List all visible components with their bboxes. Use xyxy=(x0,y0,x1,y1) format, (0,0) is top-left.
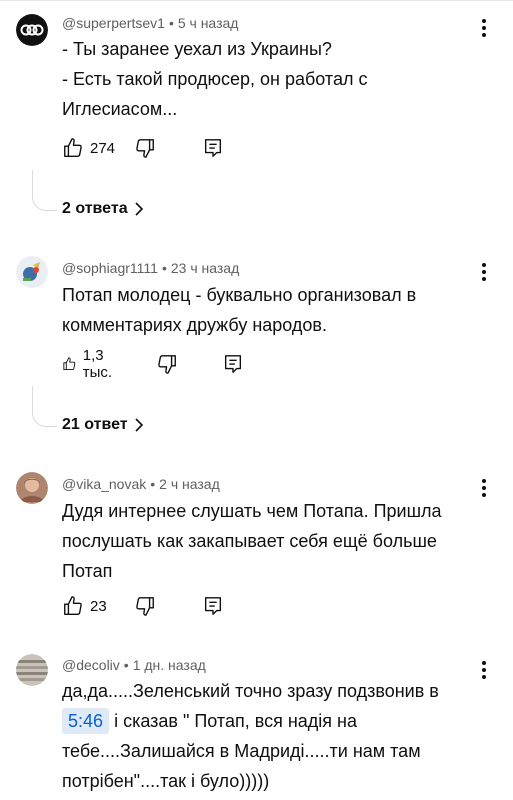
comment-line: тебе....Залишайся в Мадриді.....ти нам т… xyxy=(62,741,421,761)
timestamp-link[interactable]: 5:46 xyxy=(62,708,110,734)
meta-separator: • xyxy=(161,260,167,276)
like-count: 1,3 тыс. xyxy=(82,347,113,381)
thread-connector xyxy=(32,386,57,427)
comment-meta: @decoliv • 1 дн. назад xyxy=(62,657,206,673)
more-vertical-icon[interactable] xyxy=(472,16,496,40)
comment-line: Иглесиасом... xyxy=(62,99,178,119)
comment-line: 5:46 і сказав " Потап, вся надія на xyxy=(62,706,467,736)
like-button[interactable]: 23 xyxy=(62,592,107,620)
avatar[interactable] xyxy=(16,654,48,686)
comment-author[interactable]: @sophiagr1111 xyxy=(62,260,158,276)
more-vertical-icon[interactable] xyxy=(472,476,496,500)
thumb-down-icon xyxy=(136,139,154,158)
top-divider xyxy=(0,0,513,1)
meta-separator: • xyxy=(123,657,129,673)
comment-author[interactable]: @vika_novak xyxy=(62,476,146,492)
avatar[interactable] xyxy=(16,14,48,46)
like-button[interactable]: 274 xyxy=(62,134,115,162)
thumb-up-icon xyxy=(64,138,82,157)
comment-time[interactable]: 23 ч назад xyxy=(171,260,239,276)
comment-text: Потап молодец - буквально организовал в … xyxy=(62,280,467,340)
replies-count: 21 ответ xyxy=(62,416,128,433)
comment-line-rest: і сказав " Потап, вся надія на xyxy=(114,711,357,731)
more-vertical-icon[interactable] xyxy=(472,260,496,284)
comment-line: Потап молодец - буквально организовал в xyxy=(62,285,417,305)
comment-line: - Ты заранее уехал из Украины? xyxy=(62,39,332,59)
reply-button[interactable] xyxy=(202,134,224,162)
reply-button[interactable] xyxy=(202,592,224,620)
thumb-down-icon xyxy=(158,355,176,374)
comment-text: Дудя интернее слушать чем Потапа. Пришла… xyxy=(62,496,467,586)
thumb-down-icon xyxy=(136,597,154,616)
like-button[interactable]: 1,3 тыс. xyxy=(62,347,119,381)
comment-line: Дудя интернее слушать чем Потапа. Пришла xyxy=(62,501,442,521)
comment-line: послушать как закапывает себя ещё больше xyxy=(62,531,437,551)
comment-meta: @superpertsev1 • 5 ч назад xyxy=(62,15,238,31)
comment-author[interactable]: @superpertsev1 xyxy=(62,15,165,31)
comment-line: Потап xyxy=(62,561,113,581)
more-vertical-icon[interactable] xyxy=(472,658,496,682)
thread-connector xyxy=(32,170,57,211)
chevron-right-icon xyxy=(135,202,143,216)
view-replies-button[interactable]: 2 ответа xyxy=(62,200,144,218)
dislike-button[interactable] xyxy=(134,592,156,620)
comment-time[interactable]: 1 дн. назад xyxy=(133,657,206,673)
comment-meta: @vika_novak • 2 ч назад xyxy=(62,476,220,492)
avatar[interactable] xyxy=(16,256,48,288)
comment-time[interactable]: 5 ч назад xyxy=(178,15,239,31)
thumb-up-icon xyxy=(64,596,82,615)
like-count: 23 xyxy=(90,597,107,615)
reply-button[interactable] xyxy=(222,350,244,378)
reply-icon xyxy=(204,139,222,157)
dislike-button[interactable] xyxy=(156,350,178,378)
avatar[interactable] xyxy=(16,472,48,504)
comment-text: - Ты заранее уехал из Украины? - Есть та… xyxy=(62,34,467,124)
dislike-button[interactable] xyxy=(134,134,156,162)
replies-count: 2 ответа xyxy=(62,200,128,217)
comment-line: - Есть такой продюсер, он работал с xyxy=(62,69,368,89)
like-count: 274 xyxy=(90,139,116,157)
thumb-up-icon xyxy=(63,357,76,371)
comment-line: комментариях дружбу народов. xyxy=(62,315,327,335)
chevron-right-icon xyxy=(135,418,143,432)
comment-line: да,да.....Зеленський точно зразу подзвон… xyxy=(62,681,439,701)
comment-text: да,да.....Зеленський точно зразу подзвон… xyxy=(62,676,467,796)
reply-icon xyxy=(204,597,222,615)
comment-line: потрібен"....так і було))))) xyxy=(62,771,270,791)
meta-separator: • xyxy=(150,476,156,492)
reply-icon xyxy=(224,355,242,373)
comment-meta: @sophiagr1111 • 23 ч назад xyxy=(62,260,239,276)
comment-time[interactable]: 2 ч назад xyxy=(159,476,220,492)
meta-separator: • xyxy=(168,15,174,31)
comment-author[interactable]: @decoliv xyxy=(62,657,120,673)
view-replies-button[interactable]: 21 ответ xyxy=(62,416,144,434)
